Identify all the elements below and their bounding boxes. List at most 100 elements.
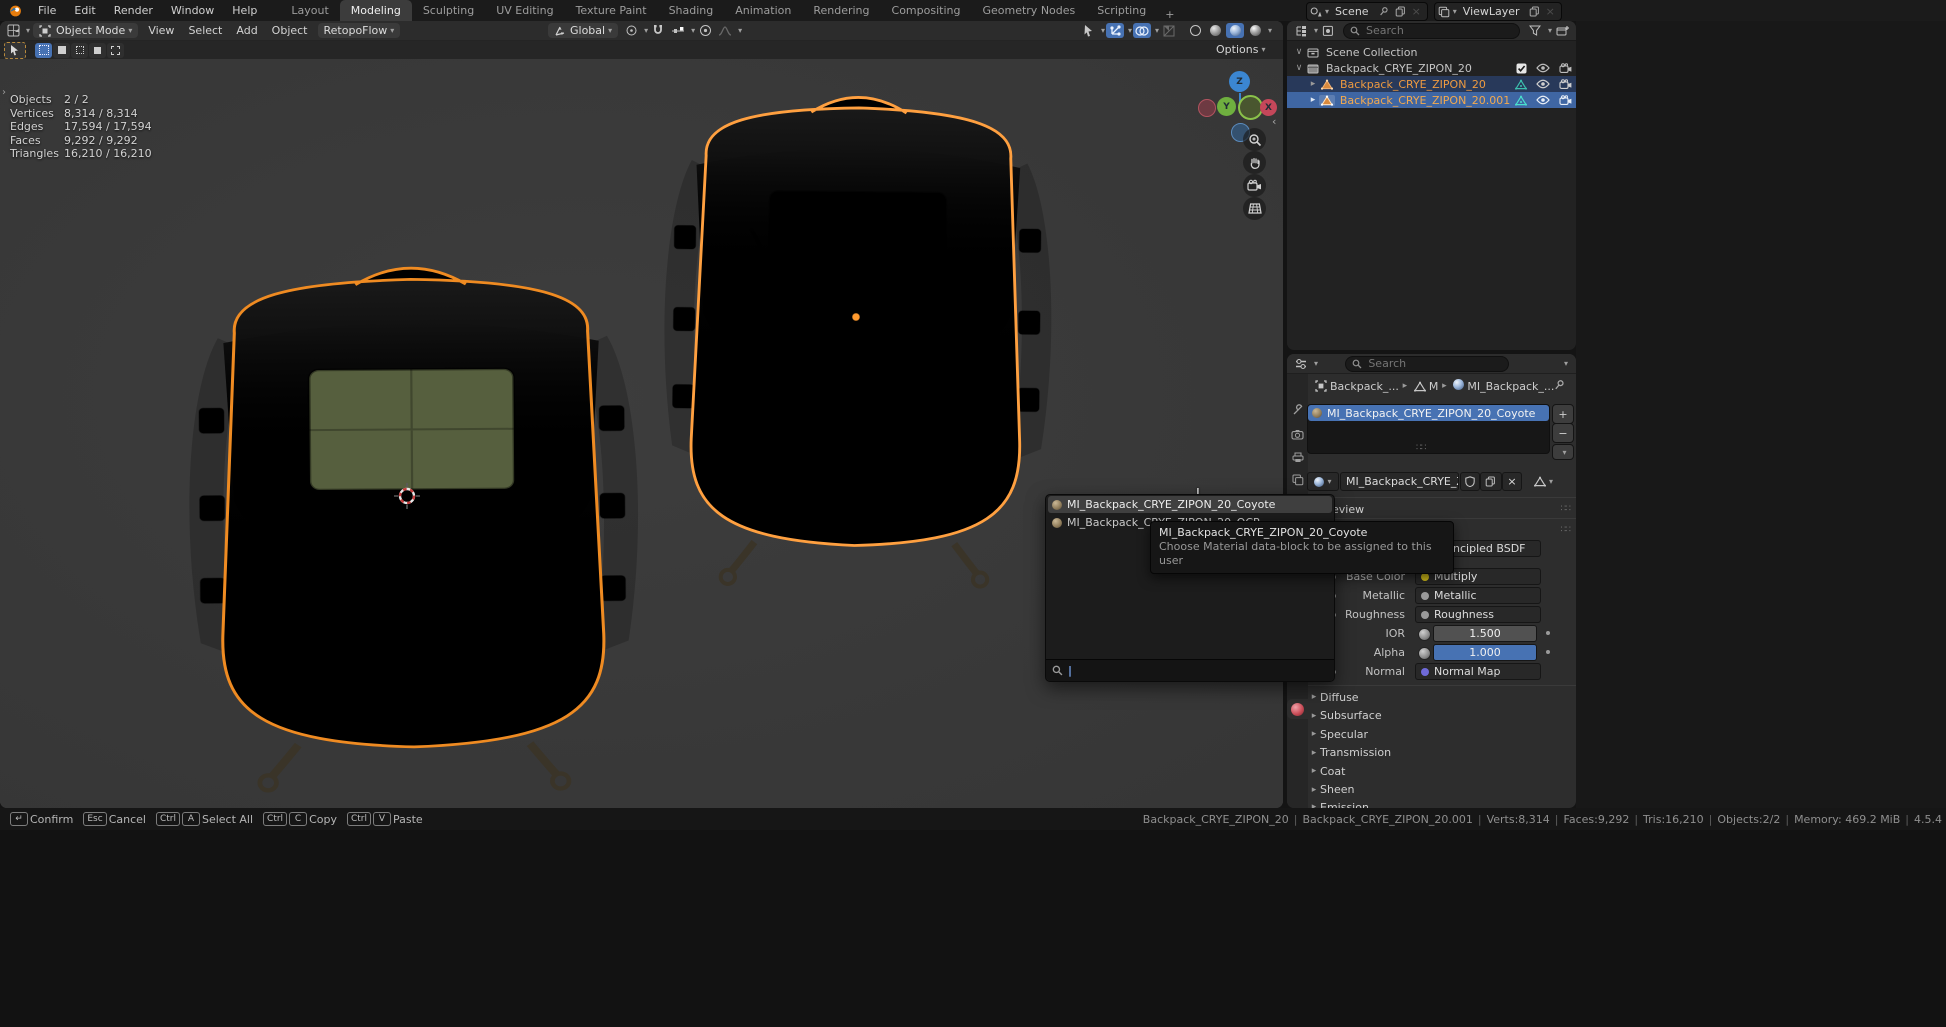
panel-coat[interactable]: ▸Coat (1308, 762, 1576, 780)
pin-id-icon[interactable] (1553, 379, 1565, 391)
remove-slot-button[interactable]: − (1552, 423, 1574, 443)
hide-eye-icon[interactable] (1532, 95, 1554, 105)
panel-sheen[interactable]: ▸Sheen (1308, 781, 1576, 799)
menu-help[interactable]: Help (223, 0, 266, 21)
render-visibility-icon[interactable] (1554, 79, 1576, 90)
pivot-point-icon[interactable] (622, 23, 640, 38)
tab-scripting[interactable]: Scripting (1086, 0, 1157, 21)
tab-rendering[interactable]: Rendering (802, 0, 880, 21)
remove-viewlayer-icon[interactable]: × (1543, 5, 1558, 18)
slot-specials-menu[interactable]: ▾ (1552, 444, 1574, 460)
viewport-3d[interactable]: ▾ Object Mode ▾ View Select Add Object R… (0, 21, 1283, 808)
select-mode-invert-button[interactable] (89, 43, 106, 58)
gizmos-toggle-icon[interactable] (1106, 23, 1124, 38)
expander-icon[interactable]: ▸ (1307, 79, 1319, 89)
exclude-checkbox[interactable] (1510, 63, 1532, 74)
material-slot-active[interactable]: MI_Backpack_CRYE_ZIPON_20_Coyote (1308, 405, 1549, 421)
breadcrumb-material[interactable]: MI_Backpack_... (1467, 380, 1554, 393)
tab-shading[interactable]: Shading (658, 0, 725, 21)
pan-hand-button[interactable] (1243, 151, 1266, 174)
panel-emission[interactable]: ▸Emission (1308, 798, 1576, 808)
selectability-icon[interactable] (1079, 23, 1097, 38)
active-tool-tweak-icon[interactable] (4, 42, 26, 59)
alpha-slider[interactable]: 1.000 (1433, 644, 1537, 661)
tab-modeling[interactable]: Modeling (340, 0, 412, 21)
snap-target-icon[interactable] (669, 23, 687, 38)
snap-magnet-icon[interactable] (649, 23, 667, 38)
chevron-down-icon[interactable]: ▾ (1564, 359, 1568, 368)
navigation-gizmo[interactable]: Z Y X (1196, 61, 1283, 151)
outliner-row-collection[interactable]: ∨ Backpack_CRYE_ZIPON_20 (1287, 60, 1576, 76)
render-visibility-icon[interactable] (1554, 63, 1576, 74)
backpack-camo[interactable]: .cam .bpfill{fill:url(#camo);} .cam .bpf… (188, 267, 641, 791)
outliner-search-input[interactable] (1364, 23, 1513, 38)
menu-select[interactable]: Select (181, 24, 229, 37)
xray-toggle-icon[interactable] (1160, 23, 1178, 38)
shading-wireframe-icon[interactable] (1186, 23, 1204, 38)
outliner-row-object-active[interactable]: ▸ Backpack_CRYE_ZIPON_20.001 (1287, 92, 1576, 108)
gizmo-axis-z[interactable]: Z (1229, 71, 1250, 92)
menu-view[interactable]: View (141, 24, 181, 37)
menu-edit[interactable]: Edit (65, 0, 104, 21)
tab-tool-icon[interactable] (1287, 400, 1308, 420)
breadcrumb-mesh[interactable]: M (1429, 380, 1439, 393)
backpack-coyote[interactable]: .coy .bpfill{fill:url(#coyoteG);} .coy .… (662, 95, 1054, 587)
editor-type-icon[interactable] (4, 23, 22, 38)
properties-search-input[interactable] (1366, 356, 1502, 371)
filter-funnel-icon[interactable] (1526, 23, 1544, 38)
panel-transmission[interactable]: ▸Transmission (1308, 744, 1576, 762)
select-mode-intersect-button[interactable] (107, 43, 124, 58)
shading-rendered-icon[interactable] (1246, 23, 1264, 38)
orientation-selector[interactable]: Global ▾ (548, 23, 618, 38)
tab-texture-paint[interactable]: Texture Paint (565, 0, 658, 21)
expander-icon[interactable]: ∨ (1293, 47, 1305, 57)
camera-view-button[interactable] (1243, 174, 1266, 197)
preview-panel-header[interactable]: eview ∷∷ (1308, 500, 1576, 518)
panel-diffuse[interactable]: ▸Diffuse (1308, 688, 1576, 706)
menu-file[interactable]: File (29, 0, 65, 21)
gizmo-axis-x[interactable]: X (1260, 99, 1277, 116)
expander-icon[interactable]: ▸ (1307, 95, 1319, 105)
tab-compositing[interactable]: Compositing (881, 0, 972, 21)
tab-material-icon[interactable] (1287, 699, 1308, 719)
tab-viewlayer-icon[interactable] (1287, 470, 1308, 490)
dropdown-item-coyote[interactable]: MI_Backpack_CRYE_ZIPON_20_Coyote (1048, 496, 1332, 513)
blender-logo-icon[interactable] (8, 3, 23, 18)
add-workspace-button[interactable]: + (1157, 8, 1182, 21)
hide-eye-icon[interactable] (1532, 63, 1554, 73)
material-name-field[interactable]: MI_Backpack_CRYE_ZIPON_20_... (1340, 472, 1459, 491)
properties-search[interactable] (1345, 356, 1509, 372)
viewlayer-name[interactable]: ViewLayer (1457, 5, 1526, 18)
scene-name[interactable]: Scene (1329, 5, 1375, 18)
tab-render-icon[interactable] (1287, 424, 1308, 444)
outliner-row-object-selected[interactable]: ▸ Backpack_CRYE_ZIPON_20 (1287, 76, 1576, 92)
roughness-link-field[interactable]: Roughness (1415, 606, 1541, 623)
shading-material-preview-icon[interactable] (1226, 23, 1244, 38)
menu-object[interactable]: Object (265, 24, 315, 37)
new-viewlayer-icon[interactable] (1526, 6, 1543, 17)
browse-material-button[interactable]: ▾ (1307, 472, 1339, 491)
zoom-button[interactable] (1243, 128, 1266, 151)
gizmo-axis-x-neg[interactable] (1198, 99, 1216, 117)
shading-solid-icon[interactable] (1206, 23, 1224, 38)
new-scene-icon[interactable] (1392, 6, 1409, 17)
fake-user-shield-button[interactable] (1460, 472, 1480, 491)
outliner-search[interactable] (1343, 23, 1520, 39)
tab-animation[interactable]: Animation (724, 0, 802, 21)
breadcrumb-object[interactable]: Backpack_... (1330, 380, 1399, 393)
viewport-canvas[interactable]: .coy .bpfill{fill:url(#coyoteG);} .coy .… (0, 59, 1283, 808)
outliner-row-scene-collection[interactable]: ∨ Scene Collection (1287, 44, 1576, 60)
normal-link-field[interactable]: Normal Map (1415, 663, 1541, 680)
tab-geometry-nodes[interactable]: Geometry Nodes (971, 0, 1086, 21)
expander-icon[interactable]: ∨ (1293, 63, 1305, 73)
toolbar-expand-arrow[interactable]: › (2, 87, 6, 98)
resize-grip[interactable]: ∷∷ (1416, 443, 1425, 453)
panel-subsurface[interactable]: ▸Subsurface (1308, 707, 1576, 725)
dropdown-search-row[interactable]: | (1046, 659, 1334, 681)
properties-editor-icon[interactable] (1292, 356, 1310, 371)
menu-window[interactable]: Window (162, 0, 223, 21)
unlink-material-button[interactable]: × (1502, 472, 1522, 491)
select-mode-set-button[interactable] (35, 43, 52, 58)
options-menu[interactable]: Options ▾ (1216, 43, 1265, 56)
unlink-scene-icon[interactable]: × (1409, 5, 1424, 18)
